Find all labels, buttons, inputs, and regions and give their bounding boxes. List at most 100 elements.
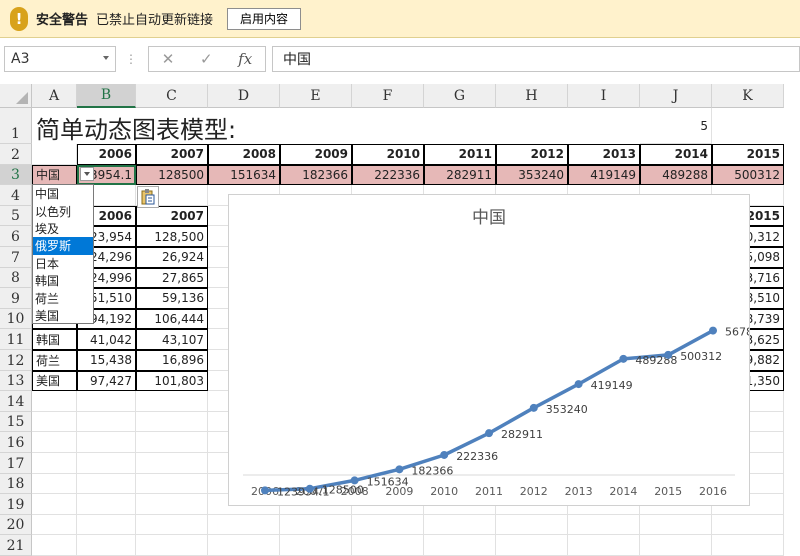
cell-c16[interactable] (136, 432, 208, 453)
row-header-18[interactable]: 18 (0, 473, 32, 495)
cell-c18[interactable] (136, 473, 208, 495)
header-year-2013[interactable]: 2013 (568, 144, 640, 165)
paste-options-icon[interactable] (137, 186, 159, 208)
header-year-2015[interactable]: 2015 (712, 144, 784, 165)
cell-b18[interactable] (77, 473, 136, 495)
row-header-1[interactable]: 1 (0, 108, 32, 144)
header-year-2014[interactable]: 2014 (640, 144, 712, 165)
dropdown-item[interactable]: 俄罗斯 (33, 237, 93, 255)
row-header-21[interactable]: 21 (0, 535, 32, 556)
table-row-value[interactable]: 101,803 (136, 370, 208, 392)
column-header-c[interactable]: C (136, 84, 208, 108)
cell-b17[interactable] (77, 453, 136, 474)
data-value-cell[interactable]: 222336 (352, 164, 424, 186)
cell-c15[interactable] (136, 411, 208, 433)
header-year-2006[interactable]: 2006 (77, 144, 136, 165)
formula-input[interactable]: 中国 (272, 46, 800, 72)
row-header-16[interactable]: 16 (0, 432, 32, 453)
row-header-14[interactable]: 14 (0, 391, 32, 412)
cell-a19[interactable] (32, 494, 77, 515)
cell-c21[interactable] (136, 535, 208, 556)
row-header-2[interactable]: 2 (0, 144, 32, 165)
row-header-17[interactable]: 17 (0, 453, 32, 474)
cell-d20[interactable] (208, 514, 280, 536)
cell-a20[interactable] (32, 514, 77, 536)
cell-b15[interactable] (77, 411, 136, 433)
cell-i21[interactable] (568, 535, 640, 556)
data-value-cell[interactable]: 151634 (208, 164, 280, 186)
cell-k20[interactable] (712, 514, 784, 536)
data-value-cell[interactable]: 128500 (136, 164, 208, 186)
country-label-cell[interactable]: 美国 (32, 370, 77, 392)
dropdown-item[interactable]: 埃及 (33, 220, 93, 237)
dropdown-item[interactable]: 日本 (33, 255, 93, 272)
data-value-cell[interactable]: 419149 (568, 164, 640, 186)
cell-a14[interactable] (32, 391, 77, 412)
cell-b16[interactable] (77, 432, 136, 453)
cell-b14[interactable] (77, 391, 136, 412)
cell-f21[interactable] (352, 535, 424, 556)
cell-a16[interactable] (32, 432, 77, 453)
cell-b19[interactable] (77, 494, 136, 515)
row-header-9[interactable]: 9 (0, 288, 32, 309)
cell-c20[interactable] (136, 514, 208, 536)
cell-j21[interactable] (640, 535, 712, 556)
cell-g21[interactable] (424, 535, 496, 556)
header-year-2011[interactable]: 2011 (424, 144, 496, 165)
data-value-cell[interactable]: 500312 (712, 164, 784, 186)
table-row-value[interactable]: 97,427 (77, 370, 136, 392)
cell-a15[interactable] (32, 411, 77, 433)
row-header-11[interactable]: 11 (0, 329, 32, 350)
column-header-k[interactable]: K (712, 84, 784, 108)
column-header-f[interactable]: F (352, 84, 424, 108)
row-header-8[interactable]: 8 (0, 267, 32, 289)
row-header-13[interactable]: 13 (0, 370, 32, 392)
row-header-19[interactable]: 19 (0, 494, 32, 515)
select-all-corner[interactable] (0, 84, 32, 108)
dropdown-item[interactable]: 美国 (33, 307, 93, 324)
country-label-cell[interactable]: 荷兰 (32, 350, 77, 371)
cell-h21[interactable] (496, 535, 568, 556)
column-header-a[interactable]: A (32, 84, 77, 108)
data-value-cell[interactable]: 353240 (496, 164, 568, 186)
cell-e21[interactable] (280, 535, 352, 556)
column-header-e[interactable]: E (280, 84, 352, 108)
cell-c14[interactable] (136, 391, 208, 412)
column-header-j[interactable]: J (640, 84, 712, 108)
table-row-value[interactable]: 59,136 (136, 288, 208, 309)
row-header-15[interactable]: 15 (0, 411, 32, 433)
table-row-value[interactable]: 27,865 (136, 267, 208, 289)
cancel-icon[interactable]: ✕ (162, 50, 175, 68)
table-row-value[interactable]: 106,444 (136, 308, 208, 330)
table-row-value[interactable]: 16,896 (136, 350, 208, 371)
cell-a2[interactable] (32, 144, 77, 165)
cell-h20[interactable] (496, 514, 568, 536)
more-options-icon[interactable]: ⋮ (125, 52, 137, 66)
column-header-h[interactable]: H (496, 84, 568, 108)
name-box[interactable]: A3 (4, 46, 116, 72)
line-chart[interactable]: 中国20062007200820092010201120122013201420… (228, 194, 767, 506)
table-row-value[interactable]: 43,107 (136, 329, 208, 350)
column-header-b[interactable]: B (77, 84, 136, 108)
column-header-g[interactable]: G (424, 84, 496, 108)
table-row-value[interactable]: 26,924 (136, 247, 208, 268)
header-year-2007[interactable]: 2007 (136, 144, 208, 165)
enter-icon[interactable]: ✓ (200, 50, 213, 68)
cell-k21[interactable] (712, 535, 784, 556)
cell-c19[interactable] (136, 494, 208, 515)
header-year-2012[interactable]: 2012 (496, 144, 568, 165)
row-header-6[interactable]: 6 (0, 226, 32, 247)
validation-dropdown-list[interactable]: 中国 以色列 埃及 俄罗斯 日本 韩国 荷兰 美国 (32, 184, 94, 324)
validation-dropdown-arrow[interactable] (80, 167, 94, 181)
cell-f20[interactable] (352, 514, 424, 536)
dropdown-item[interactable]: 以色列 (33, 202, 93, 219)
row-header-10[interactable]: 10 (0, 308, 32, 330)
cell-c17[interactable] (136, 453, 208, 474)
table-row-value[interactable]: 15,438 (77, 350, 136, 371)
country-select-cell[interactable]: 中国 (32, 164, 77, 186)
column-header-d[interactable]: D (208, 84, 280, 108)
row-header-3[interactable]: 3 (0, 164, 32, 186)
country-label-cell[interactable]: 韩国 (32, 329, 77, 350)
header-year-2010[interactable]: 2010 (352, 144, 424, 165)
table-row-value[interactable]: 41,042 (77, 329, 136, 350)
